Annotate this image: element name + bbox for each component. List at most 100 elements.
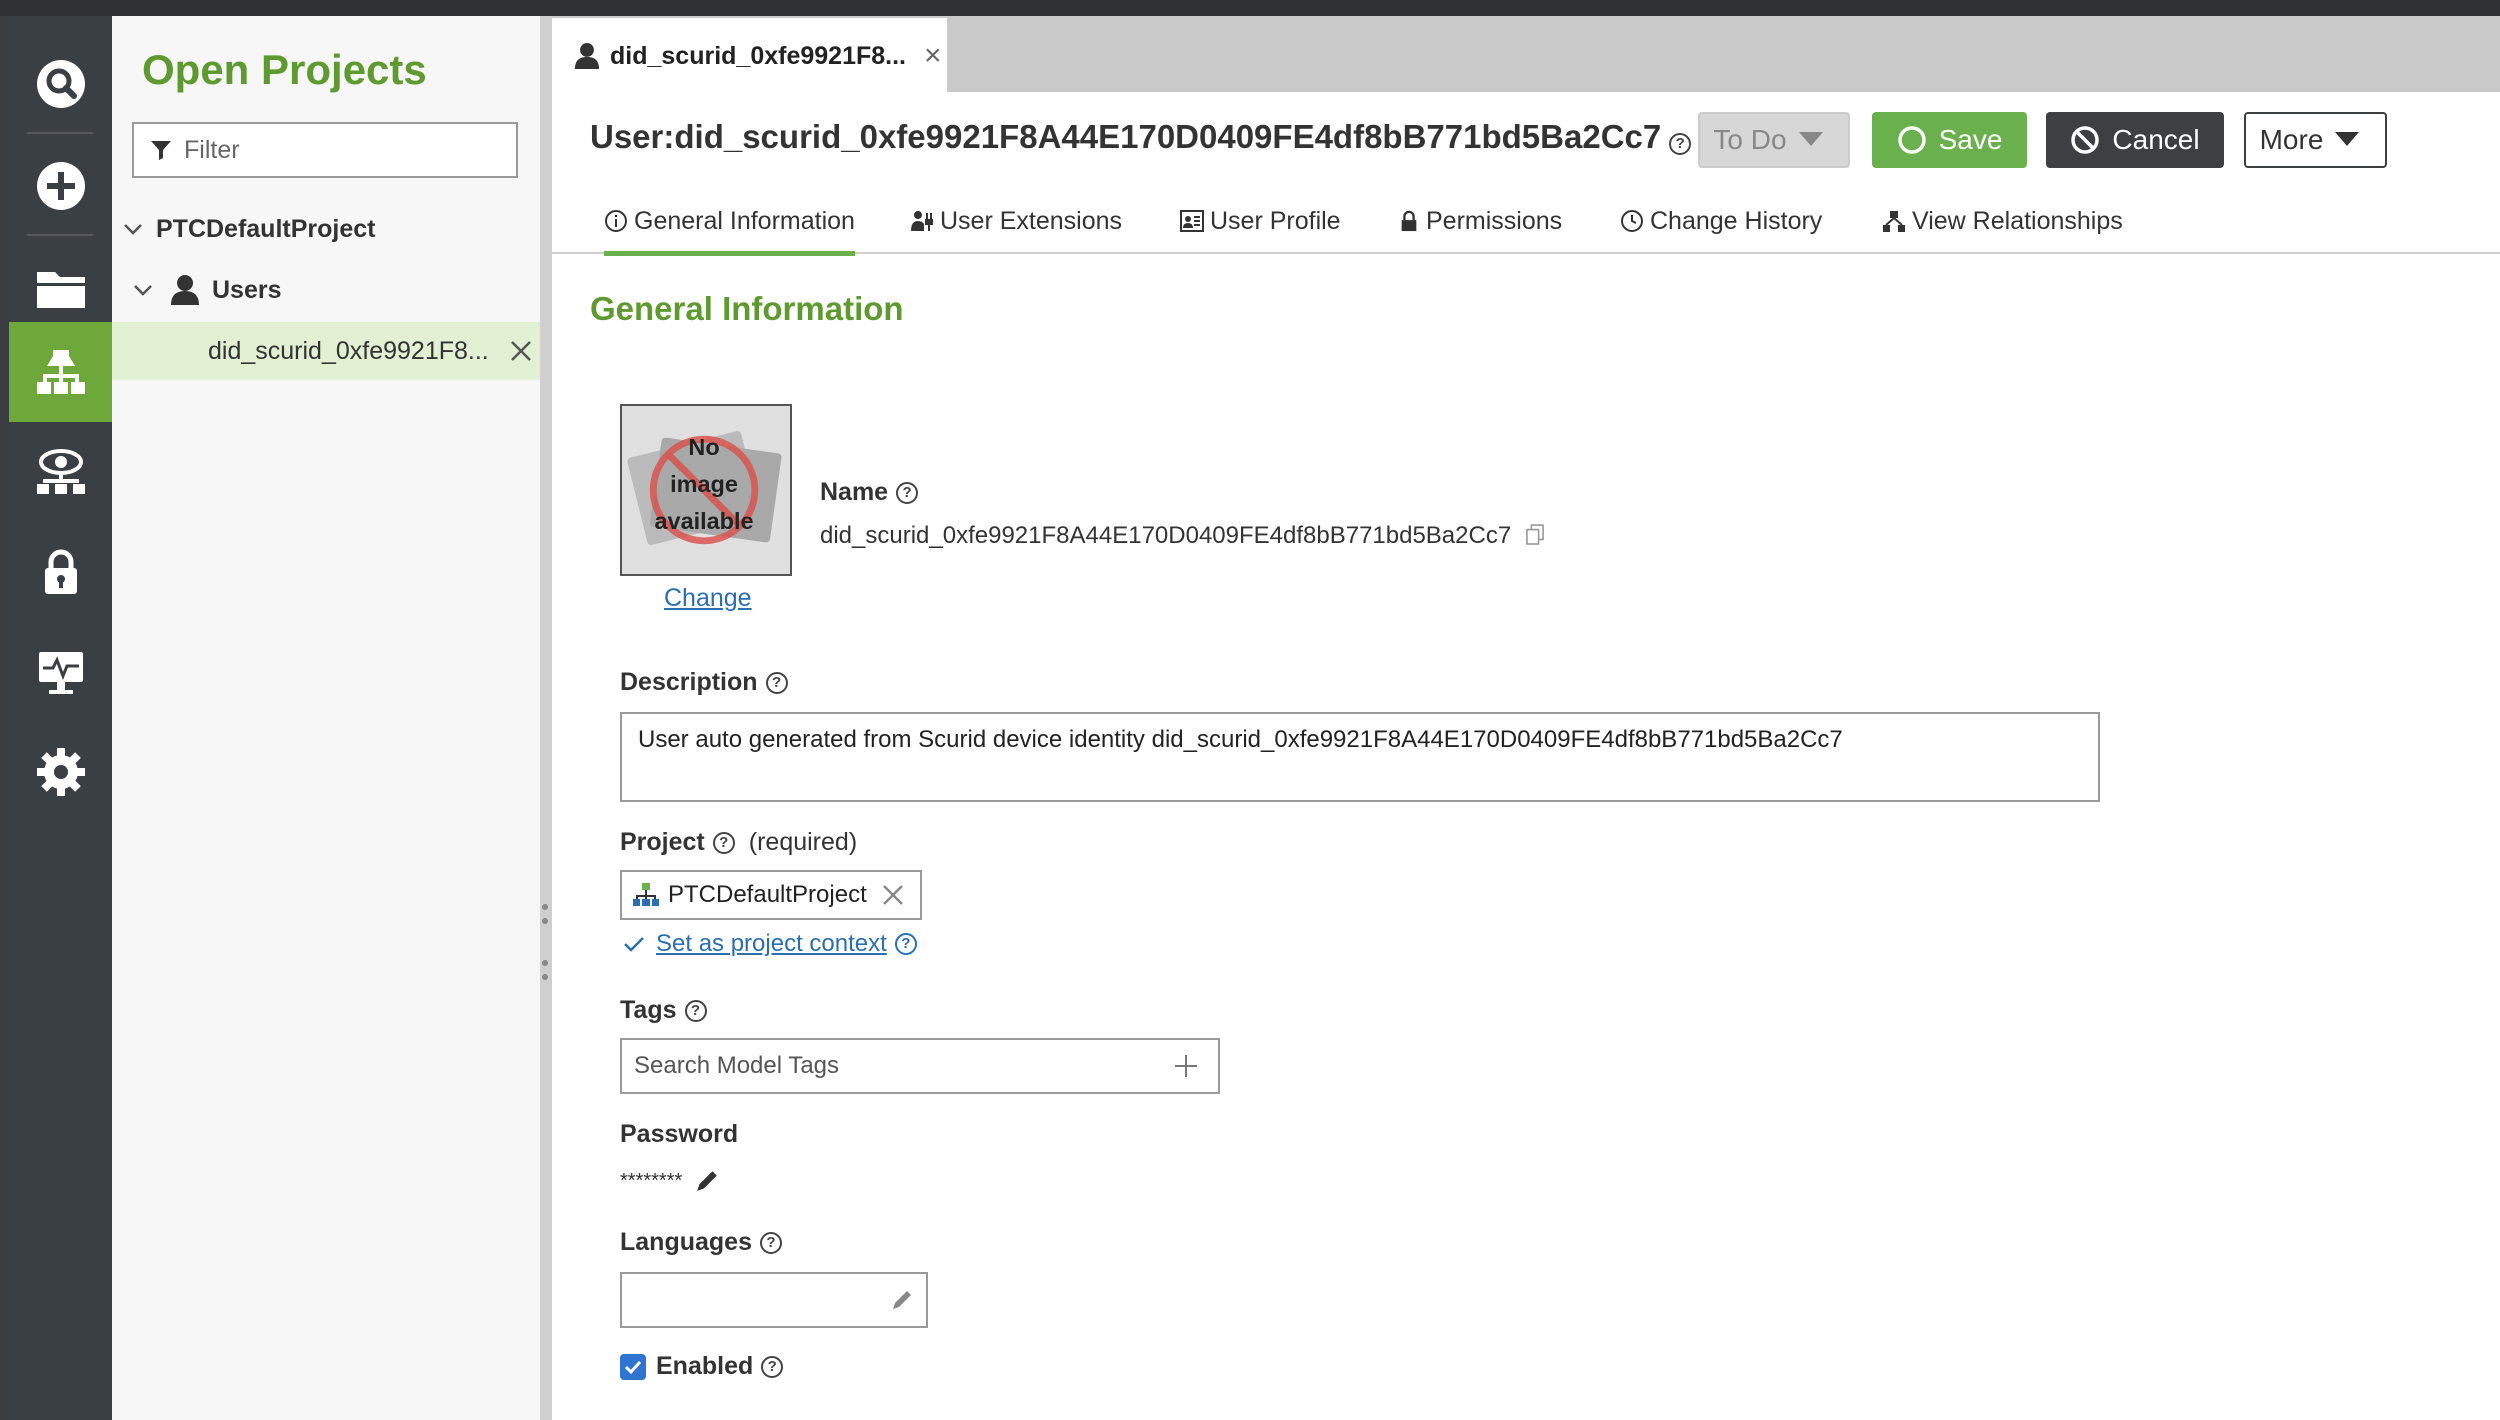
cancel-button[interactable]: Cancel: [2046, 112, 2224, 168]
check-icon: [624, 1360, 642, 1375]
monitor-icon: [38, 652, 83, 694]
edit-pencil-icon[interactable]: [694, 1168, 720, 1194]
user-photo[interactable]: No image available: [620, 404, 792, 576]
password-value: ********: [620, 1169, 683, 1192]
app-window: Open Projects PTCDefaultProject Users di…: [0, 0, 2500, 1420]
required-note: (required): [748, 828, 858, 856]
nav-settings-button[interactable]: [9, 722, 112, 822]
tab-view-relationships[interactable]: View Relationships: [1882, 188, 2123, 254]
tree-user-item-label: did_scurid_0xfe9921F8...: [208, 336, 489, 365]
nav-monitor-button[interactable]: [9, 622, 112, 722]
filter-icon: [151, 141, 171, 160]
project-chip[interactable]: PTCDefaultProject: [620, 870, 922, 920]
nav-hierarchy-button[interactable]: [9, 322, 112, 422]
todo-label: To Do: [1713, 124, 1787, 155]
cancel-label: Cancel: [2112, 124, 2200, 155]
gear-icon: [36, 748, 85, 796]
tags-label: Tags?: [620, 996, 707, 1025]
tags-field[interactable]: [620, 1038, 1220, 1094]
more-button[interactable]: More: [2244, 112, 2387, 168]
tree-users-row[interactable]: Users: [112, 261, 540, 319]
no-image-text-line: available: [655, 508, 754, 534]
cancel-icon: [2071, 126, 2100, 154]
panel-splitter[interactable]: [540, 16, 552, 1420]
nav-view-button[interactable]: [9, 422, 112, 522]
edit-pencil-icon[interactable]: [890, 1288, 914, 1312]
circle-icon: [1897, 126, 1926, 154]
help-icon[interactable]: ?: [765, 671, 788, 694]
name-label-text: Name: [820, 478, 889, 506]
tree-project-label: PTCDefaultProject: [156, 214, 376, 243]
left-nav: [9, 16, 112, 1420]
window-edge: [0, 16, 9, 1420]
add-icon: [36, 162, 85, 210]
close-icon[interactable]: [881, 883, 905, 907]
more-label: More: [2259, 124, 2324, 155]
tab-label: Permissions: [1426, 206, 1563, 235]
tab-change-history[interactable]: Change History: [1620, 188, 1822, 254]
top-strip: [0, 0, 2500, 16]
enabled-checkbox[interactable]: [620, 1354, 646, 1380]
close-icon[interactable]: [509, 339, 533, 363]
sub-tab-bar: General Information User Extensions User…: [552, 188, 2500, 256]
check-icon: [624, 937, 644, 952]
help-icon[interactable]: ?: [1669, 133, 1692, 155]
nav-search-button[interactable]: [9, 34, 112, 134]
nav-security-button[interactable]: [9, 522, 112, 622]
todo-button[interactable]: To Do: [1698, 112, 1850, 168]
tab-permissions[interactable]: Permissions: [1398, 188, 1562, 254]
description-field[interactable]: User auto generated from Scurid device i…: [620, 712, 2100, 802]
project-label: Project? (required): [620, 828, 857, 857]
nav-separator: [27, 234, 93, 236]
open-projects-title: Open Projects: [142, 46, 427, 93]
user-icon: [171, 275, 199, 305]
help-icon[interactable]: ?: [712, 831, 735, 854]
chevron-down-icon[interactable]: [130, 277, 156, 303]
tags-search-input[interactable]: [634, 1052, 1154, 1080]
tab-user-extensions[interactable]: User Extensions: [910, 188, 1122, 254]
folder-icon: [36, 272, 85, 308]
languages-label-text: Languages: [620, 1228, 752, 1256]
splitter-grip: [542, 974, 548, 980]
hierarchy-icon: [36, 350, 85, 394]
chevron-down-icon[interactable]: [120, 216, 146, 242]
set-project-context-link[interactable]: Set as project context ?: [622, 930, 917, 958]
nav-separator: [27, 132, 93, 134]
tree-users-label: Users: [212, 275, 282, 304]
search-icon: [36, 60, 85, 108]
name-label: Name?: [820, 478, 919, 507]
help-icon[interactable]: ?: [896, 481, 919, 504]
tab-user-profile[interactable]: User Profile: [1180, 188, 1341, 254]
filter-input[interactable]: [184, 135, 504, 165]
help-icon[interactable]: ?: [761, 1355, 784, 1378]
tab-general-information[interactable]: General Information: [604, 188, 855, 256]
clock-icon: [1621, 210, 1643, 232]
languages-field[interactable]: [620, 1272, 928, 1328]
tab-label: User Extensions: [940, 206, 1123, 235]
help-icon[interactable]: ?: [894, 933, 917, 955]
splitter-grip: [542, 904, 548, 910]
change-photo-link[interactable]: Change: [664, 584, 752, 613]
no-image-text-line: No: [688, 434, 719, 460]
close-icon[interactable]: ×: [924, 39, 942, 73]
save-button[interactable]: Save: [1872, 112, 2027, 168]
project-hierarchy-icon: [633, 883, 659, 906]
copy-icon[interactable]: [1525, 524, 1544, 546]
project-label-text: Project: [620, 828, 705, 856]
tree-project-row[interactable]: PTCDefaultProject: [112, 200, 540, 258]
enabled-label-text: Enabled: [656, 1352, 754, 1380]
no-image-text-line: image: [670, 471, 738, 497]
filter-field[interactable]: [132, 122, 518, 178]
help-icon[interactable]: ?: [759, 1231, 782, 1254]
nav-add-button[interactable]: [9, 136, 112, 236]
editor-tab-label: did_scurid_0xfe9921F8...: [610, 41, 906, 70]
tree-user-item[interactable]: did_scurid_0xfe9921F8...: [112, 322, 540, 380]
editor-tab[interactable]: did_scurid_0xfe9921F8... ×: [552, 18, 947, 94]
enabled-label: Enabled?: [656, 1352, 784, 1381]
plus-icon[interactable]: [1172, 1052, 1200, 1080]
help-icon[interactable]: ?: [684, 999, 707, 1022]
project-chip-label: PTCDefaultProject: [668, 881, 867, 908]
no-image-icon: No image available: [627, 431, 782, 545]
page-title: User:did_scurid_0xfe9921F8A44E170D0409FE…: [590, 118, 1692, 156]
caret-down-icon: [2335, 132, 2360, 146]
